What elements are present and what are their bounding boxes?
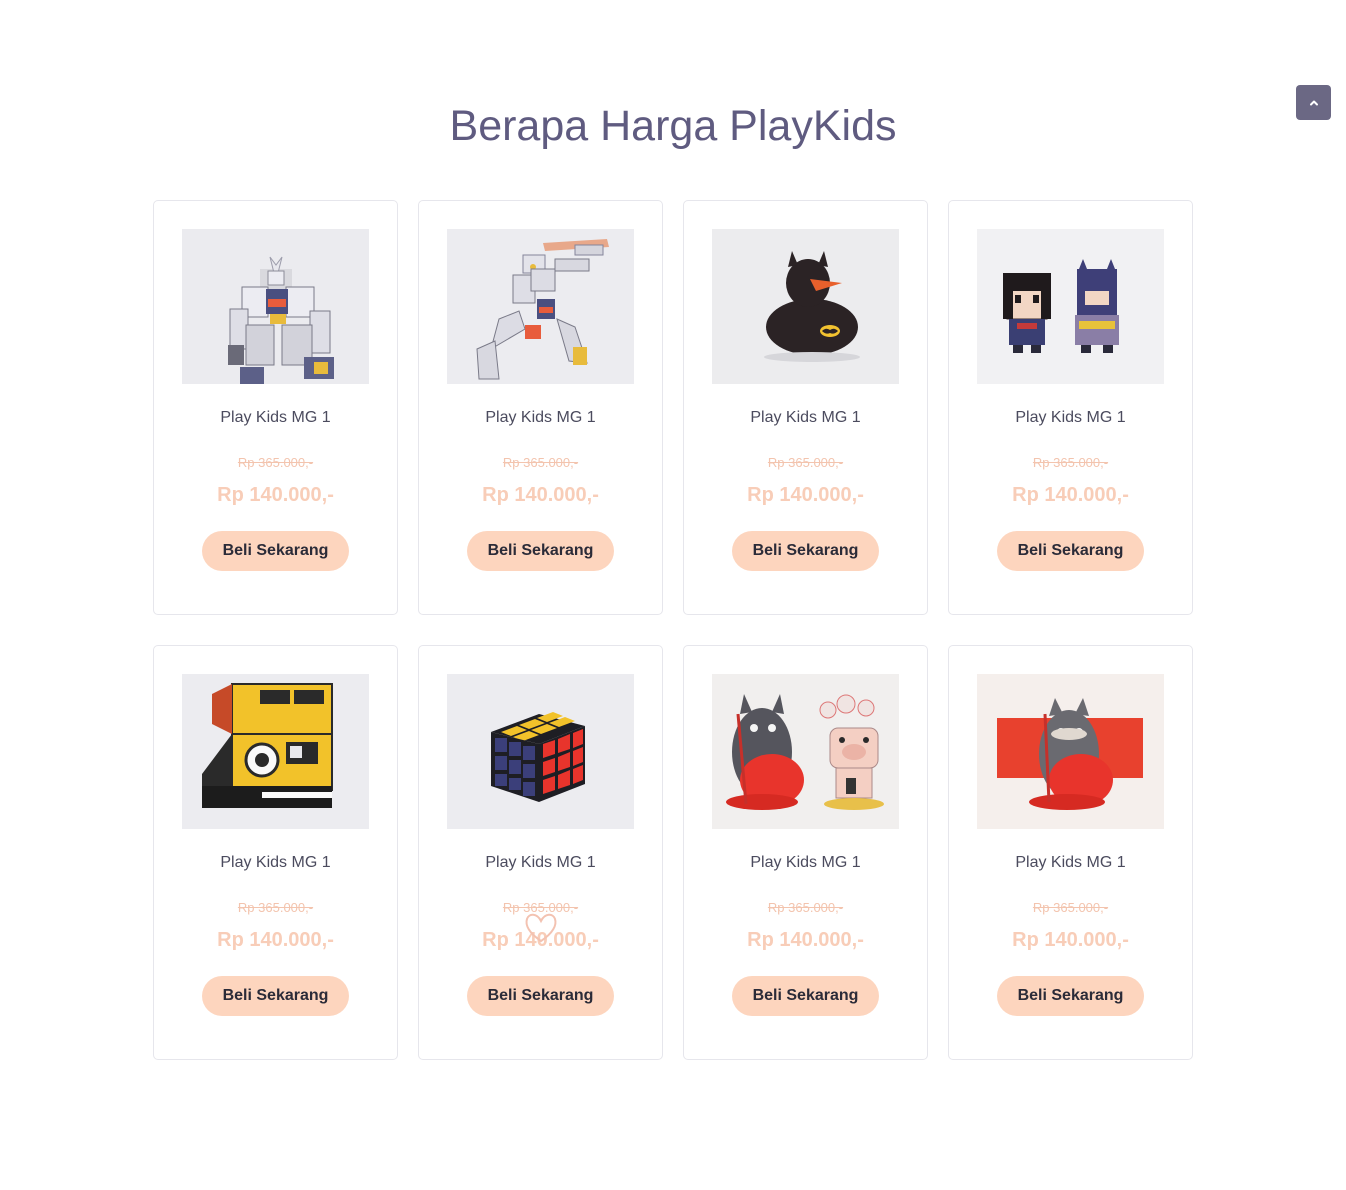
page-title: Berapa Harga PlayKids bbox=[449, 102, 897, 150]
product-name: Play Kids MG 1 bbox=[1015, 854, 1126, 871]
product-name: Play Kids MG 1 bbox=[1015, 409, 1126, 426]
product-grid: Play Kids MG 1 Rp 365.000,- Rp 140.000,-… bbox=[153, 200, 1193, 1060]
product-old-price: Rp 365.000,- bbox=[767, 455, 844, 470]
buy-now-button[interactable]: Beli Sekarang bbox=[202, 976, 349, 1016]
product-price: Rp 140.000,- bbox=[1012, 929, 1129, 951]
product-old-price: Rp 365.000,- bbox=[237, 900, 314, 915]
product-price: Rp 140.000,- bbox=[217, 929, 334, 951]
back-to-top-button[interactable] bbox=[1296, 85, 1331, 120]
product-price: Rp 140.000,- bbox=[1012, 484, 1129, 506]
buy-now-button[interactable]: Beli Sekarang bbox=[997, 976, 1144, 1016]
totoro-and-pig-image[interactable] bbox=[712, 674, 899, 829]
polaroid-camera-image[interactable] bbox=[182, 674, 369, 829]
product-card: Play Kids MG 1 Rp 365.000,- Rp 140.000,-… bbox=[948, 645, 1193, 1060]
product-price: Rp 140.000,- bbox=[217, 484, 334, 506]
product-name: Play Kids MG 1 bbox=[750, 409, 861, 426]
product-price: Rp 140.000,- bbox=[482, 484, 599, 506]
totoro-red-image[interactable] bbox=[977, 674, 1164, 829]
product-card: Play Kids MG 1 Rp 365.000,- Rp 140.000,-… bbox=[683, 200, 928, 615]
product-card: Play Kids MG 1 Rp 365.000,- Rp 140.000,-… bbox=[418, 200, 663, 615]
buy-now-button[interactable]: Beli Sekarang bbox=[997, 531, 1144, 571]
product-card: Play Kids MG 1 Rp 365.000,- Rp 140.000,-… bbox=[153, 645, 398, 1060]
product-old-price: Rp 365.000,- bbox=[767, 900, 844, 915]
product-price: Rp 140.000,- bbox=[747, 929, 864, 951]
product-old-price: Rp 365.000,- bbox=[237, 455, 314, 470]
buy-now-button[interactable]: Beli Sekarang bbox=[732, 531, 879, 571]
product-old-price: Rp 365.000,- bbox=[1032, 455, 1109, 470]
product-old-price: Rp 365.000,- bbox=[502, 455, 579, 470]
product-old-price: Rp 365.000,- bbox=[502, 900, 579, 915]
buy-now-button[interactable]: Beli Sekarang bbox=[732, 976, 879, 1016]
rubiks-cube-image[interactable] bbox=[447, 674, 634, 829]
product-card: Play Kids MG 1 Rp 365.000,- Rp 140.000,-… bbox=[153, 200, 398, 615]
product-name: Play Kids MG 1 bbox=[485, 409, 596, 426]
product-card: Play Kids MG 1 Rp 365.000,- Rp 140.000,-… bbox=[948, 200, 1193, 615]
product-name: Play Kids MG 1 bbox=[220, 854, 331, 871]
batman-duck-image[interactable] bbox=[712, 229, 899, 384]
product-price: Rp 140.000,- bbox=[747, 484, 864, 506]
buy-now-button[interactable]: Beli Sekarang bbox=[467, 976, 614, 1016]
product-name: Play Kids MG 1 bbox=[220, 409, 331, 426]
brickheadz-figures-image[interactable] bbox=[977, 229, 1164, 384]
product-card: Play Kids MG 1 Rp 365.000,- Rp 140.000,-… bbox=[418, 645, 663, 1060]
gundam-flying-image[interactable] bbox=[447, 229, 634, 384]
product-name: Play Kids MG 1 bbox=[750, 854, 861, 871]
gundam-robot-image[interactable] bbox=[182, 229, 369, 384]
chevron-up-icon bbox=[1309, 100, 1318, 105]
product-card: Play Kids MG 1 Rp 365.000,- Rp 140.000,-… bbox=[683, 645, 928, 1060]
buy-now-button[interactable]: Beli Sekarang bbox=[202, 531, 349, 571]
buy-now-button[interactable]: Beli Sekarang bbox=[467, 531, 614, 571]
product-price: Rp 140.000,- bbox=[482, 929, 599, 951]
product-name: Play Kids MG 1 bbox=[485, 854, 596, 871]
product-old-price: Rp 365.000,- bbox=[1032, 900, 1109, 915]
